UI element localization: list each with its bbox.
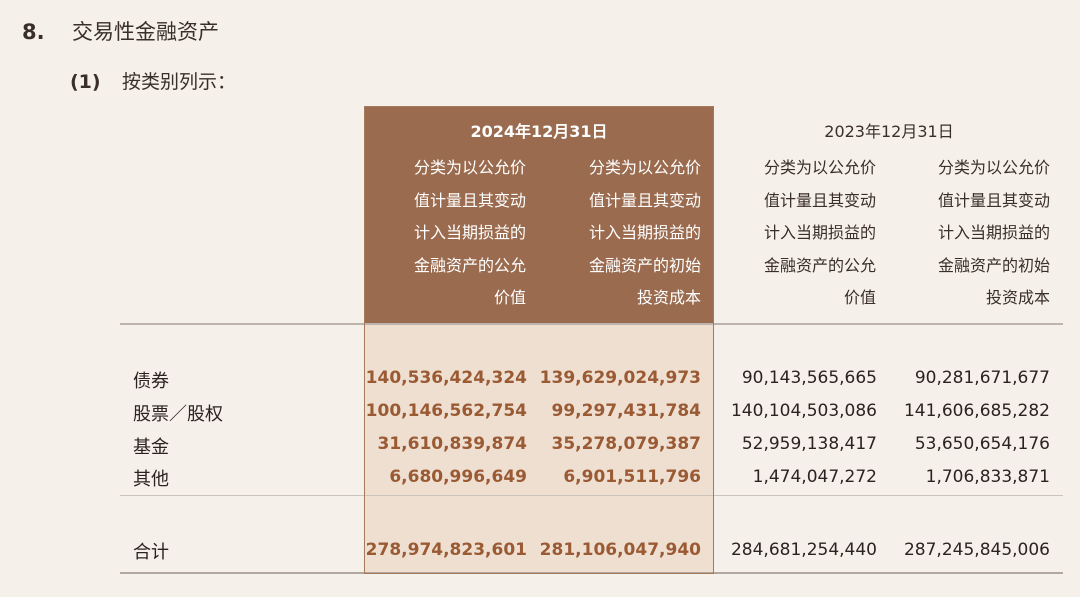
table-cell: 53,650,654,176 — [914, 434, 1050, 454]
period-previous: 2023年12月31日 — [824, 122, 954, 141]
section-number: 8. — [22, 20, 45, 44]
row-label-other: 其他 — [133, 469, 169, 490]
section-title: 8. 交易性金融资产 — [22, 16, 219, 46]
header-line: 金融资产的初始 — [937, 255, 1050, 275]
column-header-previous-cost: 分类为以公允价 值计量且其变动 计入当期损益的 金融资产的初始 投资成本 — [900, 152, 1050, 315]
table-cell: 141,606,685,282 — [903, 401, 1050, 421]
header-line: 计入当期损益的 — [763, 223, 876, 242]
header-line: 投资成本 — [985, 288, 1050, 307]
header-line: 值计量且其变动 — [763, 190, 876, 210]
row-label-total: 合计 — [133, 542, 169, 563]
header-line: 分类为以公允价 — [937, 158, 1050, 177]
table-cell: 90,281,671,677 — [914, 368, 1050, 388]
table-cell-total: 287,245,845,006 — [903, 540, 1050, 560]
header-line: 金融资产的公允 — [763, 255, 876, 275]
header-line: 分类为以公允价 — [763, 158, 876, 177]
subsection-title: (1) 按类别列示： — [70, 67, 236, 94]
section-heading: 交易性金融资产 — [72, 20, 219, 44]
header-line: 价值 — [843, 288, 876, 307]
row-label-stocks: 股票／股权 — [133, 404, 223, 425]
subsection-heading: 按类别列示： — [122, 71, 237, 93]
header-line: 值计量且其变动 — [937, 190, 1050, 210]
row-label-bonds: 债券 — [133, 371, 169, 392]
table-cell: 1,706,833,871 — [925, 467, 1050, 487]
row-label-funds: 基金 — [133, 437, 169, 458]
column-header-previous-fair-value: 分类为以公允价 值计量且其变动 计入当期损益的 金融资产的公允 价值 — [726, 152, 876, 315]
highlight-column-border — [364, 106, 714, 574]
subsection-number: (1) — [70, 71, 101, 93]
header-line: 计入当期损益的 — [937, 223, 1050, 242]
